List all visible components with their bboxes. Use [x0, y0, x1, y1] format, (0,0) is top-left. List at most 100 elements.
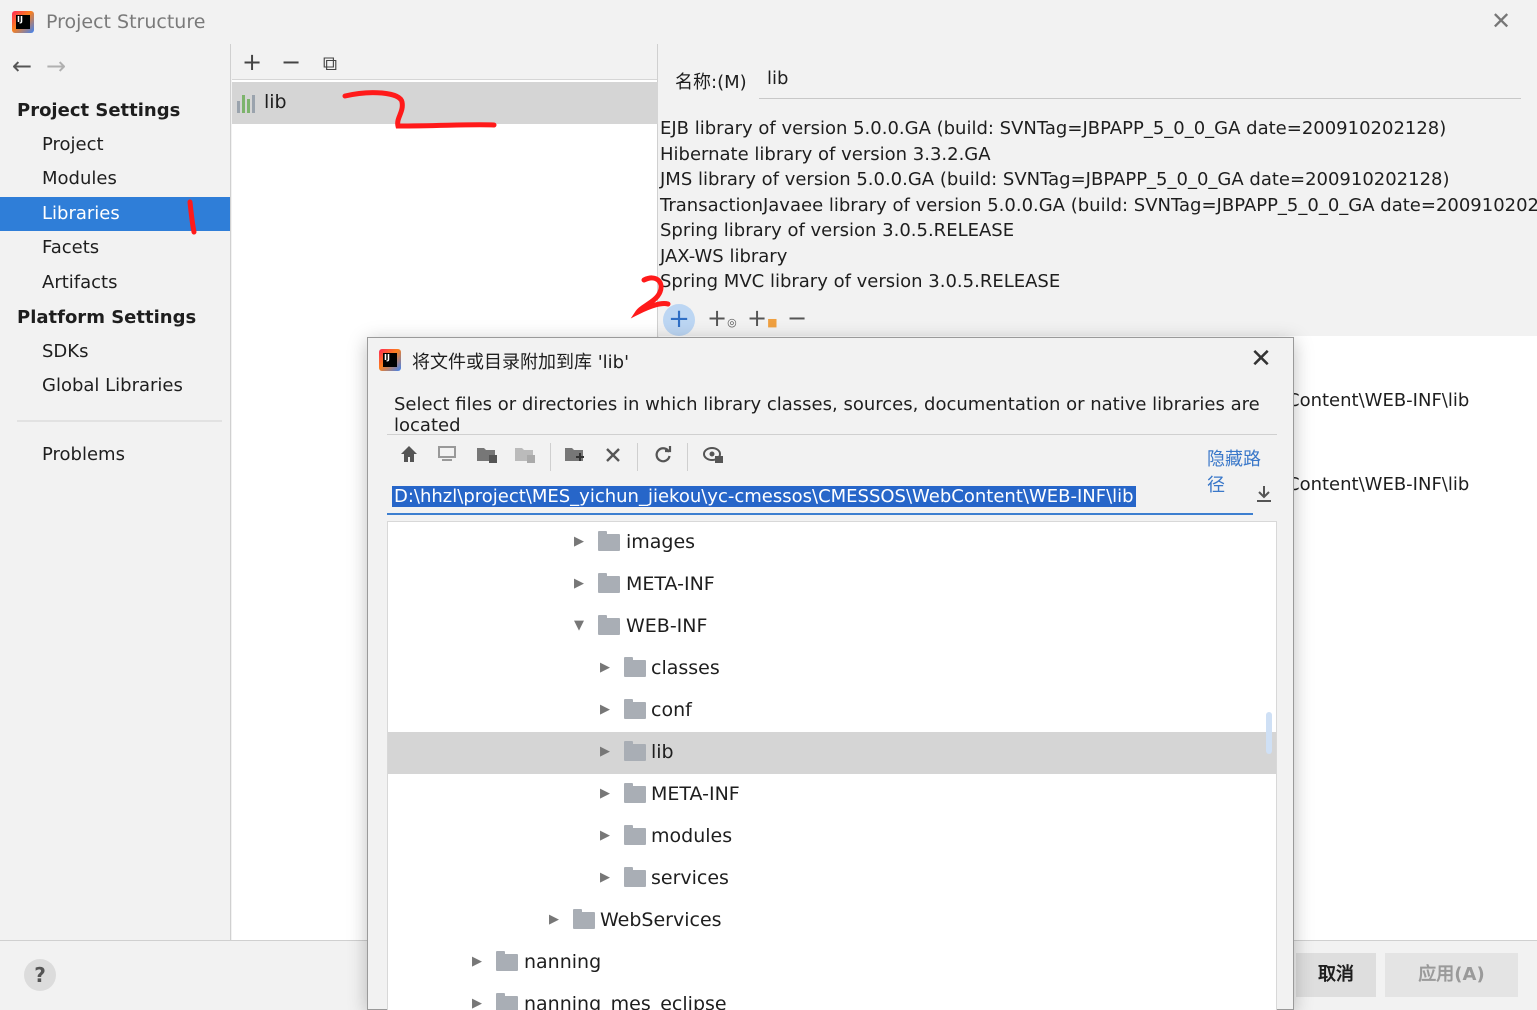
tree-row-label: WebServices	[600, 909, 722, 931]
tree-row[interactable]: ▶ conf	[388, 690, 1276, 732]
expand-arrow-icon[interactable]: ▶	[600, 660, 610, 675]
file-tree: ▶ images ▶ META-INF ▼ WEB-INF ▶ classes …	[387, 521, 1277, 1010]
library-icon	[237, 95, 259, 113]
sidebar-item-modules[interactable]: Modules	[0, 162, 230, 196]
folder-icon	[624, 825, 646, 845]
copy-library-icon[interactable]: ⧉	[316, 51, 344, 75]
sidebar-item-global-libraries[interactable]: Global Libraries	[0, 369, 230, 403]
sidebar-item-problems[interactable]: Problems	[0, 438, 230, 472]
desktop-icon[interactable]	[433, 443, 461, 471]
tree-row-label: modules	[651, 825, 733, 847]
tree-row-label: classes	[651, 657, 720, 679]
library-description-list: EJB library of version 5.0.0.GA (build: …	[660, 116, 1537, 295]
expand-arrow-icon[interactable]: ▶	[574, 576, 584, 591]
sidebar: ← → Project Settings Project Modules Libr…	[0, 44, 231, 940]
tree-row[interactable]: ▶ WebServices	[388, 900, 1276, 942]
folder-icon	[624, 741, 646, 761]
tree-row-label: nanning	[524, 951, 602, 973]
root-path-item[interactable]: Content\WEB-INF\lib	[1287, 390, 1469, 411]
refresh-icon[interactable]	[649, 443, 677, 471]
delete-icon[interactable]	[599, 443, 627, 471]
home-icon[interactable]	[395, 443, 423, 471]
tree-row[interactable]: ▶ META-INF	[388, 774, 1276, 816]
back-arrow-icon[interactable]: ←	[12, 52, 46, 80]
window-titlebar: IJ Project Structure ✕	[0, 0, 1537, 44]
module-folder-icon[interactable]	[511, 443, 539, 471]
expand-arrow-icon[interactable]: ▶	[600, 870, 610, 885]
help-icon[interactable]: ?	[24, 959, 56, 991]
sidebar-item-project[interactable]: Project	[0, 128, 230, 162]
dialog-close-icon[interactable]: ✕	[1246, 344, 1276, 374]
expand-arrow-icon[interactable]: ▶	[600, 786, 610, 801]
library-list-item-lib[interactable]: lib	[232, 82, 658, 124]
folder-icon	[496, 951, 518, 971]
remove-library-icon[interactable]: −	[277, 48, 305, 76]
project-folder-icon[interactable]	[473, 443, 501, 471]
attach-files-dialog: IJ 将文件或目录附加到库 'lib' ✕ Select files or di…	[367, 337, 1294, 1010]
root-path-item[interactable]: Content\WEB-INF\lib	[1287, 474, 1469, 495]
path-input[interactable]: D:\hhzl\project\MES_yichun_jiekou\yc-cme…	[387, 483, 1253, 515]
add-library-icon[interactable]: +	[238, 48, 266, 76]
expand-arrow-icon[interactable]: ▶	[549, 912, 559, 927]
add-folder-icon[interactable]: +■	[747, 304, 778, 332]
tree-row[interactable]: ▶ nanning_mes_eclipse	[388, 984, 1276, 1010]
window-title: Project Structure	[46, 11, 206, 33]
description-line: JMS library of version 5.0.0.GA (build: …	[660, 169, 1450, 190]
dialog-title: 将文件或目录附加到库 'lib'	[412, 352, 630, 373]
folder-icon	[496, 993, 518, 1010]
name-input-underline	[759, 98, 1521, 99]
tree-row[interactable]: ▶ nanning	[388, 942, 1276, 984]
tree-row[interactable]: ▶ modules	[388, 816, 1276, 858]
description-line: Spring MVC library of version 3.0.5.RELE…	[660, 271, 1061, 292]
new-folder-icon[interactable]	[561, 443, 589, 471]
tree-row[interactable]: ▶ images	[388, 522, 1276, 564]
tree-row-label: services	[651, 867, 729, 889]
sidebar-item-libraries[interactable]: Libraries	[0, 197, 230, 231]
tree-scrollbar[interactable]	[1266, 712, 1272, 754]
tree-row-label: META-INF	[651, 783, 740, 805]
tree-row-label: lib	[651, 741, 674, 763]
forward-arrow-icon[interactable]: →	[46, 52, 80, 80]
expand-arrow-icon[interactable]: ▶	[600, 744, 610, 759]
tree-row-label: images	[626, 531, 696, 553]
expand-arrow-icon[interactable]: ▶	[600, 828, 610, 843]
download-icon[interactable]	[1254, 484, 1274, 510]
sidebar-item-artifacts[interactable]: Artifacts	[0, 266, 230, 300]
folder-icon	[624, 699, 646, 719]
add-url-icon[interactable]: +◎	[707, 304, 737, 332]
collapse-arrow-icon[interactable]: ▼	[574, 618, 584, 633]
add-root-button[interactable]: +	[663, 304, 695, 336]
sidebar-item-facets[interactable]: Facets	[0, 231, 230, 265]
cancel-button[interactable]: 取消	[1296, 953, 1376, 997]
name-input[interactable]: lib	[767, 68, 788, 89]
nav-arrows: ← →	[12, 52, 80, 80]
tree-row[interactable]: ▶ META-INF	[388, 564, 1276, 606]
dialog-description: Select files or directories in which lib…	[394, 394, 1260, 436]
library-list-toolbar: + − ⧉	[232, 44, 657, 80]
expand-arrow-icon[interactable]: ▶	[472, 954, 482, 969]
tree-row-label: WEB-INF	[626, 615, 708, 637]
tree-row[interactable]: ▶ classes	[388, 648, 1276, 690]
expand-arrow-icon[interactable]: ▶	[472, 996, 482, 1010]
description-line: Spring library of version 3.0.5.RELEASE	[660, 220, 1015, 241]
tree-row[interactable]: ▶ services	[388, 858, 1276, 900]
show-hidden-icon[interactable]	[699, 443, 727, 471]
description-line: JAX-WS library	[660, 245, 788, 267]
sidebar-divider	[17, 420, 222, 422]
apply-button[interactable]: 应用(A)	[1385, 953, 1518, 997]
platform-settings-heading: Platform Settings	[17, 307, 197, 328]
project-settings-heading: Project Settings	[17, 100, 181, 121]
intellij-app-icon: IJ	[12, 11, 34, 33]
folder-icon	[573, 909, 595, 929]
expand-arrow-icon[interactable]: ▶	[600, 702, 610, 717]
tree-row[interactable]: ▼ WEB-INF	[388, 606, 1276, 648]
tree-row-label: nanning_mes_eclipse	[524, 993, 727, 1010]
expand-arrow-icon[interactable]: ▶	[574, 534, 584, 549]
file-chooser-toolbar: 隐藏路径	[387, 434, 1277, 496]
sidebar-item-sdks[interactable]: SDKs	[0, 335, 230, 369]
roots-toolbar: + +◎ +■ −	[659, 302, 1537, 338]
window-close-icon[interactable]: ✕	[1488, 8, 1514, 34]
tree-row-selected[interactable]: ▶ lib	[388, 732, 1276, 774]
tree-row-label: conf	[651, 699, 692, 721]
remove-root-icon[interactable]: −	[787, 304, 807, 332]
